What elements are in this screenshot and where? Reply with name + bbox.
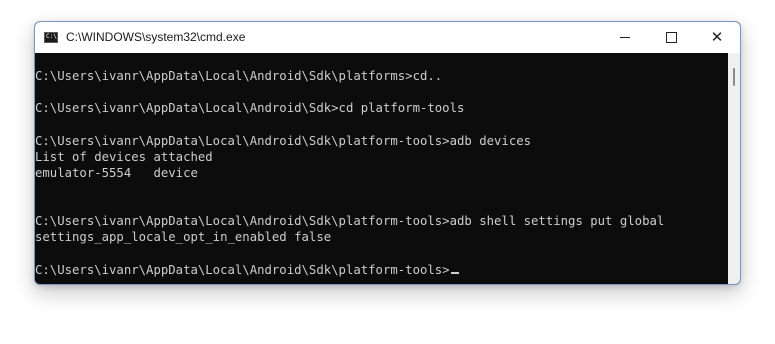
cmd-console-icon[interactable]: C:\: [44, 32, 58, 43]
window-title: C:\WINDOWS\system32\cmd.exe: [66, 30, 246, 44]
close-icon: ✕: [710, 28, 724, 46]
terminal-line: C:\Users\ivanr\AppData\Local\Android\Sdk…: [35, 101, 465, 115]
terminal-prompt-line: C:\Users\ivanr\AppData\Local\Android\Sdk…: [35, 263, 459, 278]
vertical-scrollbar[interactable]: [728, 53, 740, 284]
terminal-line: settings_app_locale_opt_in_enabled false: [35, 230, 332, 244]
scrollbar-thumb[interactable]: [733, 68, 735, 86]
cmd-window: C:\ C:\WINDOWS\system32\cmd.exe ✕ C:\Use…: [34, 21, 741, 285]
app-icon-text: C:\: [46, 33, 57, 40]
terminal-line: C:\Users\ivanr\AppData\Local\Android\Sdk…: [35, 134, 532, 148]
terminal-output[interactable]: C:\Users\ivanr\AppData\Local\Android\Sdk…: [35, 53, 728, 284]
minimize-button[interactable]: [602, 22, 648, 53]
text-cursor: [450, 272, 459, 274]
maximize-button[interactable]: [648, 22, 694, 53]
terminal-line: emulator-5554 device: [35, 166, 198, 180]
terminal-prompt: C:\Users\ivanr\AppData\Local\Android\Sdk…: [35, 263, 450, 277]
close-button[interactable]: ✕: [694, 22, 740, 53]
terminal-line: C:\Users\ivanr\AppData\Local\Android\Sdk…: [35, 214, 665, 228]
terminal-line: List of devices attached: [35, 150, 213, 164]
minimize-icon: [620, 37, 630, 38]
maximize-icon: [665, 32, 677, 43]
title-bar[interactable]: C:\ C:\WINDOWS\system32\cmd.exe ✕: [35, 22, 740, 53]
terminal-line: C:\Users\ivanr\AppData\Local\Android\Sdk…: [35, 69, 443, 83]
